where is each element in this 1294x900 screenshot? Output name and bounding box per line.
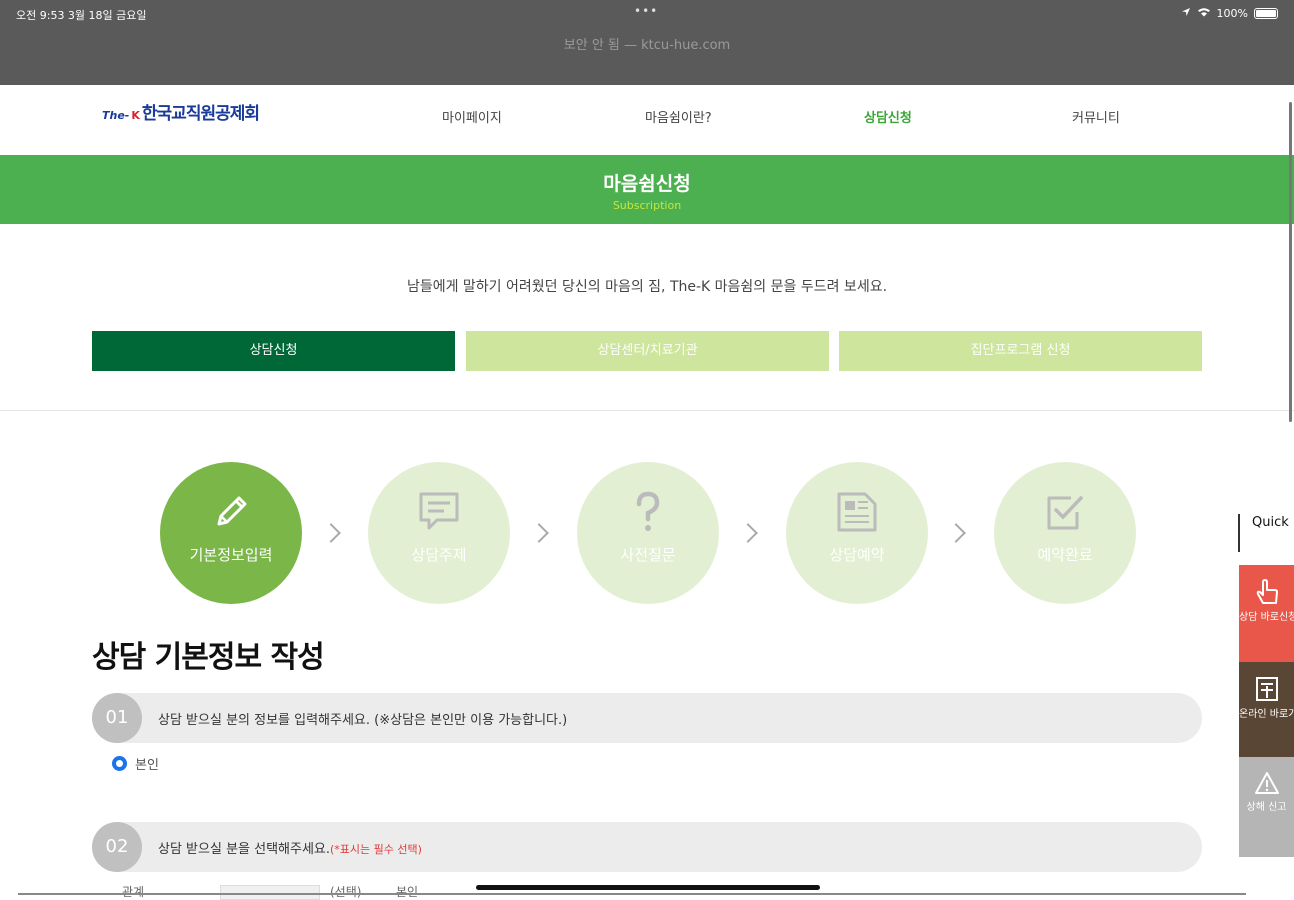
- battery-percent: 100%: [1216, 7, 1248, 20]
- step-basic-info: 기본정보입력: [160, 462, 302, 604]
- step-complete: 예약완료: [994, 462, 1136, 604]
- status-time: 오전 9:53 3월 18일 금요일: [16, 9, 147, 22]
- logo-the: The-: [102, 109, 130, 122]
- banner-subtitle: Subscription: [612, 199, 682, 212]
- hand-pointer-icon: [1239, 579, 1294, 605]
- chevron-right-icon: [529, 523, 549, 543]
- question-row: 02 상담 받으실 분을 선택해주세요.(*표시는 필수 선택): [92, 822, 1202, 872]
- pencil-icon: [160, 490, 302, 534]
- radio-label: 본인: [135, 758, 159, 773]
- step-reservation: 상담예약: [786, 462, 928, 604]
- radio-self[interactable]: 본인: [112, 754, 159, 773]
- required-note: (*표시는 필수 선택): [330, 843, 422, 856]
- checkbox-icon: [994, 490, 1136, 534]
- step-label: 상담예약: [829, 546, 885, 564]
- question-text: 상담 받으실 분의 정보를 입력해주세요. (※상담은 본인만 이용 가능합니다…: [158, 713, 568, 728]
- tab-centers[interactable]: 상담센터/치료기관: [466, 331, 829, 371]
- multitask-dots[interactable]: •••: [634, 4, 658, 18]
- question-number: 01: [92, 693, 142, 743]
- site-header: The- K 한국교직원공제회 마이페이지 마음쉼이란? 상담신청 커뮤니티: [0, 85, 1294, 155]
- quick-counseling-button[interactable]: 상담 바로신청: [1239, 565, 1294, 662]
- step-topic: 상담주제: [368, 462, 510, 604]
- intro-text: 남들에게 말하기 어려웠던 당신의 마음의 짐, The-K 마음쉼의 문을 두…: [406, 279, 888, 295]
- calculator-icon: [1239, 676, 1294, 702]
- page-banner: 마음쉼신청 Subscription: [0, 155, 1294, 224]
- url-bar[interactable]: 보안 안 됨 — ktcu-hue.com: [0, 34, 1294, 53]
- step-label: 기본정보입력: [189, 546, 273, 564]
- chevron-right-icon: [946, 523, 966, 543]
- logo-name: 한국교직원공제회: [141, 104, 260, 124]
- radio-button[interactable]: [112, 756, 127, 771]
- section-title: 상담 기본정보 작성: [92, 640, 325, 675]
- banner-title: 마음쉼신청: [603, 173, 691, 195]
- quick-menu-title: Quick Menu: [1238, 514, 1294, 552]
- location-icon: [1181, 7, 1191, 20]
- quick-online-button[interactable]: 온라인 바로가기: [1239, 662, 1294, 759]
- step-label: 예약완료: [1037, 546, 1093, 564]
- quick-counseling-label: 상담 바로신청: [1239, 612, 1294, 623]
- nav-about[interactable]: 마음쉼이란?: [645, 107, 712, 126]
- warning-icon: [1239, 771, 1294, 795]
- step-label: 상담주제: [411, 546, 467, 564]
- step-label: 사전질문: [620, 546, 676, 564]
- chevron-right-icon: [738, 523, 758, 543]
- bottom-divider: [18, 893, 1246, 895]
- step-pre-questions: 사전질문: [577, 462, 719, 604]
- status-indicators: 100%: [1181, 7, 1278, 20]
- wifi-icon: [1197, 7, 1211, 20]
- site-logo[interactable]: The- K 한국교직원공제회: [102, 99, 260, 124]
- section-divider: [0, 410, 1294, 411]
- question-text: 상담 받으실 분을 선택해주세요.(*표시는 필수 선택): [158, 838, 422, 857]
- battery-icon: [1254, 8, 1278, 19]
- question-text-main: 상담 받으실 분을 선택해주세요.: [158, 842, 331, 857]
- nav-mypage[interactable]: 마이페이지: [442, 107, 502, 126]
- logo-k: K: [131, 109, 140, 122]
- question-row: 01 상담 받으실 분의 정보를 입력해주세요. (※상담은 본인만 이용 가능…: [92, 693, 1202, 743]
- home-indicator[interactable]: [476, 885, 820, 890]
- quick-online-label: 온라인 바로가기: [1239, 709, 1294, 720]
- document-icon: [786, 490, 928, 534]
- relation-option-self[interactable]: 본인: [396, 883, 418, 900]
- nav-counseling[interactable]: 상담신청: [864, 107, 912, 126]
- quick-report-label: 상해 신고: [1246, 802, 1287, 813]
- relation-option-label: (선택): [330, 885, 362, 899]
- quick-report-button[interactable]: 상해 신고: [1239, 757, 1294, 857]
- vertical-scrollbar[interactable]: [1289, 102, 1292, 422]
- chevron-right-icon: [321, 523, 341, 543]
- nav-community[interactable]: 커뮤니티: [1072, 107, 1120, 126]
- speech-bubble-icon: [368, 490, 510, 534]
- question-number: 02: [92, 822, 142, 872]
- tab-group-program[interactable]: 집단프로그램 신청: [839, 331, 1202, 371]
- browser-chrome: 오전 9:53 3월 18일 금요일 ••• 100% 보안 안 됨 — ktc…: [0, 0, 1294, 85]
- relation-label: 관계: [122, 885, 145, 899]
- tab-counseling-apply[interactable]: 상담신청: [92, 331, 455, 371]
- question-mark-icon: [577, 490, 719, 534]
